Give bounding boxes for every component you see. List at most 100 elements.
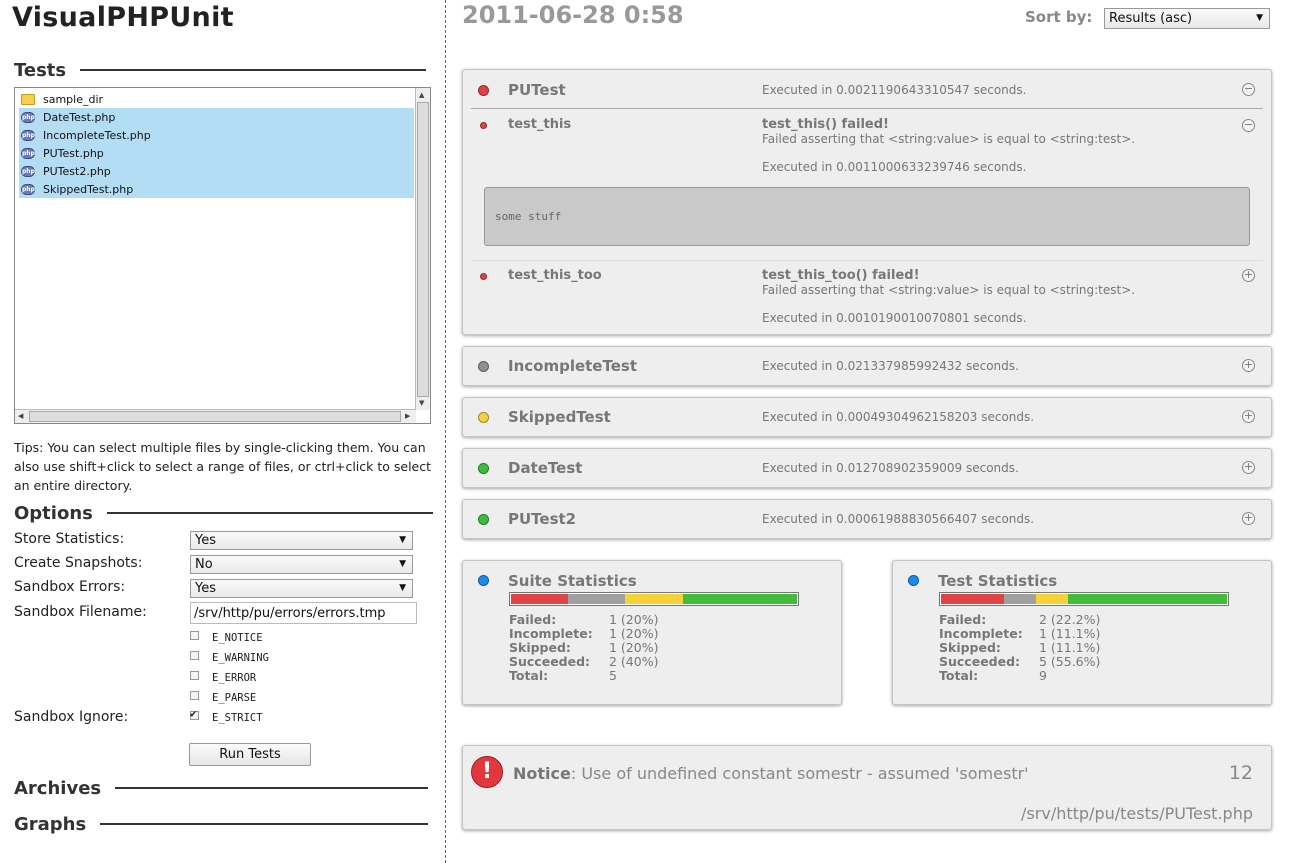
- run-tests-button[interactable]: Run Tests: [189, 743, 311, 766]
- horizontal-scrollbar[interactable]: ◀ ▶: [15, 409, 416, 423]
- stats-title: Test Statistics: [938, 572, 1058, 590]
- notice-detail: : Use of undefined constant somestr - as…: [570, 764, 1029, 783]
- stats-value: 9: [1039, 668, 1047, 683]
- php-file-icon: php: [21, 183, 35, 195]
- failed-status-icon: [478, 85, 489, 96]
- file-item-datetest[interactable]: php DateTest.php: [19, 108, 414, 126]
- column-divider: [445, 0, 446, 863]
- test-fail-title: test_this_too() failed!: [762, 268, 920, 283]
- stats-label: Total:: [509, 668, 549, 683]
- succeeded-status-icon: [478, 514, 489, 525]
- scroll-right-arrow-icon[interactable]: ▶: [405, 411, 410, 421]
- stats-row: Total: 5: [509, 669, 658, 683]
- test-exec-time: Executed in 0.0011000633239746 seconds.: [762, 160, 1027, 174]
- php-file-icon: php: [21, 147, 35, 159]
- divider: [471, 260, 1263, 261]
- test-output: some stuff: [484, 187, 1250, 246]
- e-error-checkbox[interactable]: [190, 670, 199, 680]
- e-parse-checkbox[interactable]: [190, 690, 199, 700]
- stats-row: Incomplete: 1 (11.1%): [939, 627, 1100, 641]
- expand-icon[interactable]: +: [1242, 269, 1255, 282]
- collapse-icon[interactable]: −: [1242, 83, 1255, 96]
- test-name: test_this: [508, 117, 572, 132]
- notice-line-number: 12: [1228, 762, 1253, 784]
- test-statistics-panel: Test Statistics Failed: 2 (22.2%) Incompl…: [892, 560, 1272, 705]
- failed-status-icon: [480, 122, 487, 129]
- sandbox-errors-select[interactable]: Yes ▼: [190, 579, 413, 598]
- notice-message: Notice: Use of undefined constant somest…: [513, 764, 1029, 783]
- file-item-skippedtest[interactable]: php SkippedTest.php: [19, 180, 414, 198]
- test-name: test_this_too: [508, 268, 602, 283]
- file-item-sample-dir[interactable]: sample_dir: [19, 90, 414, 108]
- vertical-scrollbar[interactable]: ▲ ▼: [415, 88, 430, 410]
- sandbox-ignore-label: Sandbox Ignore:: [14, 709, 129, 725]
- suite-exec-time: Executed in 0.012708902359009 seconds.: [762, 461, 1019, 475]
- store-statistics-select[interactable]: Yes ▼: [190, 531, 413, 550]
- archives-heading[interactable]: Archives: [14, 777, 429, 799]
- file-item-putest2[interactable]: php PUTest2.php: [19, 162, 414, 180]
- file-item-label: DateTest.php: [43, 110, 116, 124]
- ignore-e-notice[interactable]: E_NOTICE: [190, 630, 263, 644]
- incomplete-segment: [568, 594, 626, 604]
- sandbox-errors-value: Yes: [195, 581, 216, 596]
- stats-value: 2 (40%): [609, 654, 659, 669]
- scroll-up-arrow-icon[interactable]: ▲: [419, 90, 424, 100]
- stats-value: 1 (11.1%): [1039, 640, 1101, 655]
- succeeded-status-icon: [478, 463, 489, 474]
- stats-label: Total:: [939, 668, 979, 683]
- notice-panel: ! Notice: Use of undefined constant some…: [462, 745, 1272, 830]
- collapse-icon[interactable]: −: [1242, 119, 1255, 132]
- e-strict-checkbox[interactable]: [190, 707, 199, 720]
- e-notice-checkbox[interactable]: [190, 630, 199, 640]
- expand-icon[interactable]: +: [1242, 359, 1255, 372]
- e-warning-label: E_WARNING: [212, 652, 269, 664]
- expand-icon[interactable]: +: [1242, 512, 1255, 525]
- stats-value: 1 (11.1%): [1039, 626, 1101, 641]
- file-item-label: SkippedTest.php: [43, 182, 134, 196]
- stats-row: Skipped: 1 (11.1%): [939, 641, 1100, 655]
- stats-row: Succeeded: 5 (55.6%): [939, 655, 1100, 669]
- divider: [115, 787, 429, 789]
- stats-row: Total: 9: [939, 669, 1100, 683]
- ignore-e-warning[interactable]: E_WARNING: [190, 650, 269, 664]
- sandbox-filename-input[interactable]: [190, 602, 417, 624]
- stats-row: Succeeded: 2 (40%): [509, 655, 658, 669]
- divider: [100, 823, 429, 825]
- create-snapshots-select[interactable]: No ▼: [190, 555, 413, 574]
- scroll-down-arrow-icon[interactable]: ▼: [419, 398, 424, 408]
- stats-value: 1 (20%): [609, 626, 659, 641]
- chevron-down-icon: ▼: [399, 559, 406, 569]
- horizontal-scroll-thumb[interactable]: [29, 411, 401, 422]
- failed-segment: [511, 594, 569, 604]
- suite-panel-datetest: DateTest Executed in 0.012708902359009 s…: [462, 448, 1272, 488]
- ignore-e-strict[interactable]: E_STRICT: [190, 707, 263, 724]
- file-browser[interactable]: sample_dir php DateTest.php php Incomple…: [14, 87, 431, 424]
- suite-panel-putest2: PUTest2 Executed in 0.00061988830566407 …: [462, 499, 1272, 539]
- file-list: sample_dir php DateTest.php php Incomple…: [19, 90, 414, 198]
- stats-table: Failed: 2 (22.2%) Incomplete: 1 (11.1%) Sk…: [939, 613, 1100, 683]
- suite-panel-incompletetest: IncompleteTest Executed in 0.02133798599…: [462, 346, 1272, 386]
- sort-label: Sort by:: [1025, 8, 1093, 26]
- vertical-scroll-thumb[interactable]: [417, 102, 429, 397]
- suite-statistics-panel: Suite Statistics Failed: 1 (20%) Incomple…: [462, 560, 842, 705]
- graphs-heading[interactable]: Graphs: [14, 813, 429, 835]
- stats-value: 1 (20%): [609, 612, 659, 627]
- scroll-left-arrow-icon[interactable]: ◀: [18, 411, 23, 421]
- incomplete-status-icon: [478, 361, 489, 372]
- test-fail-message: Failed asserting that <string:value> is …: [762, 283, 1136, 297]
- expand-icon[interactable]: +: [1242, 461, 1255, 474]
- e-warning-checkbox[interactable]: [190, 650, 199, 660]
- stats-label: Succeeded:: [939, 654, 1021, 669]
- stats-row: Failed: 1 (20%): [509, 613, 658, 627]
- sort-select[interactable]: Results (asc) ▼: [1104, 8, 1270, 29]
- file-item-incompletetest[interactable]: php IncompleteTest.php: [19, 126, 414, 144]
- php-file-icon: php: [21, 165, 35, 177]
- sort-value: Results (asc): [1109, 11, 1193, 26]
- file-item-putest[interactable]: php PUTest.php: [19, 144, 414, 162]
- test-fail-message: Failed asserting that <string:value> is …: [762, 132, 1136, 146]
- ignore-e-error[interactable]: E_ERROR: [190, 670, 256, 684]
- expand-icon[interactable]: +: [1242, 410, 1255, 423]
- ignore-e-parse[interactable]: E_PARSE: [190, 690, 256, 704]
- stats-row: Incomplete: 1 (20%): [509, 627, 658, 641]
- stats-label: Succeeded:: [509, 654, 591, 669]
